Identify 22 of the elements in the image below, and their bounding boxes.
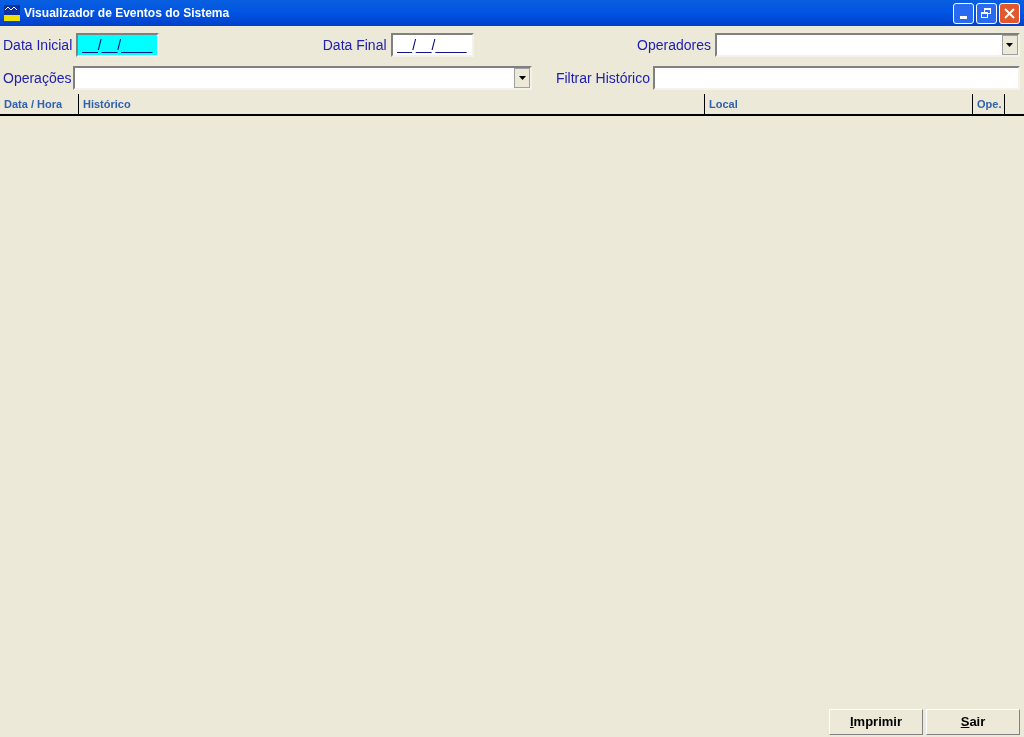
column-header[interactable]: Ope. (973, 94, 1005, 114)
restore-button[interactable] (976, 2, 997, 24)
column-header[interactable]: Local (705, 94, 973, 114)
action-button[interactable]: Sair (926, 709, 1020, 735)
dropdown-field[interactable] (73, 66, 533, 90)
date-field[interactable]: __/__/____ (76, 33, 160, 57)
column-header[interactable]: Data / Hora (0, 94, 79, 114)
action-button[interactable]: Imprimir (829, 709, 923, 735)
app-icon (4, 5, 20, 21)
close-button[interactable] (999, 2, 1020, 24)
field-label: Operações (3, 68, 72, 88)
dropdown-field[interactable] (715, 33, 1020, 57)
column-header[interactable]: Histórico (79, 94, 705, 114)
text-field[interactable] (653, 66, 1020, 90)
window-title: Visualizador de Eventos do Sistema (24, 5, 230, 22)
close-icon (1004, 7, 1015, 19)
field-label: Data Inicial (3, 35, 73, 55)
field-label: Data Final (322, 35, 387, 55)
date-field[interactable]: __/__/____ (390, 33, 474, 57)
field-label: Filtrar Histórico (555, 68, 650, 88)
minimize-button[interactable] (953, 2, 974, 24)
field-label: Operadores (637, 35, 711, 55)
